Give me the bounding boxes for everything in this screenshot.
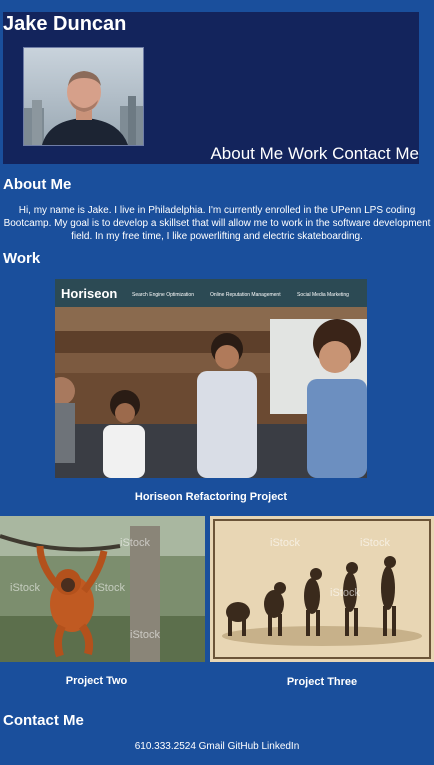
istock-watermark: iStock xyxy=(330,587,360,599)
horiseon-nav-item: Social Media Marketing xyxy=(297,292,349,298)
istock-watermark: iStock xyxy=(120,537,150,549)
istock-watermark: iStock xyxy=(10,582,40,594)
horiseon-nav-item: Online Reputation Management xyxy=(210,292,281,298)
contact-linkedin[interactable]: LinkedIn xyxy=(261,741,299,752)
horiseon-brand: Horiseon xyxy=(61,286,117,301)
avatar xyxy=(23,47,144,146)
contact-links: 610.333.2524 Gmail GitHub LinkedIn xyxy=(0,741,434,752)
contact-heading: Contact Me xyxy=(3,712,84,729)
site-title: Jake Duncan xyxy=(3,13,127,35)
contact-github[interactable]: GitHub xyxy=(228,741,259,752)
project-three-image[interactable]: iStock iStock iStock xyxy=(210,516,434,662)
project-three-title[interactable]: Project Three xyxy=(210,676,434,688)
contact-gmail[interactable]: Gmail xyxy=(199,741,225,752)
nav-about-me[interactable]: About Me xyxy=(210,144,283,163)
contact-phone[interactable]: 610.333.2524 xyxy=(135,741,196,752)
featured-project-title[interactable]: Horiseon Refactoring Project xyxy=(0,491,422,503)
project-two-image[interactable]: iStock iStock iStock iStock xyxy=(0,516,205,662)
about-heading: About Me xyxy=(3,176,72,193)
nav-work[interactable]: Work xyxy=(288,144,327,163)
about-text: Hi, my name is Jake. I live in Philadelp… xyxy=(3,205,431,242)
site-header: Jake Duncan About Me Work Contact Me xyxy=(3,12,419,164)
nav-contact-me[interactable]: Contact Me xyxy=(332,144,419,163)
istock-watermark: iStock xyxy=(270,537,300,549)
main-nav: About Me Work Contact Me xyxy=(210,144,419,164)
istock-watermark: iStock xyxy=(95,582,125,594)
featured-project-image[interactable]: Horiseon Search Engine Optimization Onli… xyxy=(55,279,367,478)
horiseon-nav-item: Search Engine Optimization xyxy=(132,292,194,298)
istock-watermark: iStock xyxy=(130,629,160,641)
work-heading: Work xyxy=(3,250,41,267)
istock-watermark: iStock xyxy=(360,537,390,549)
project-two-title[interactable]: Project Two xyxy=(0,675,193,687)
